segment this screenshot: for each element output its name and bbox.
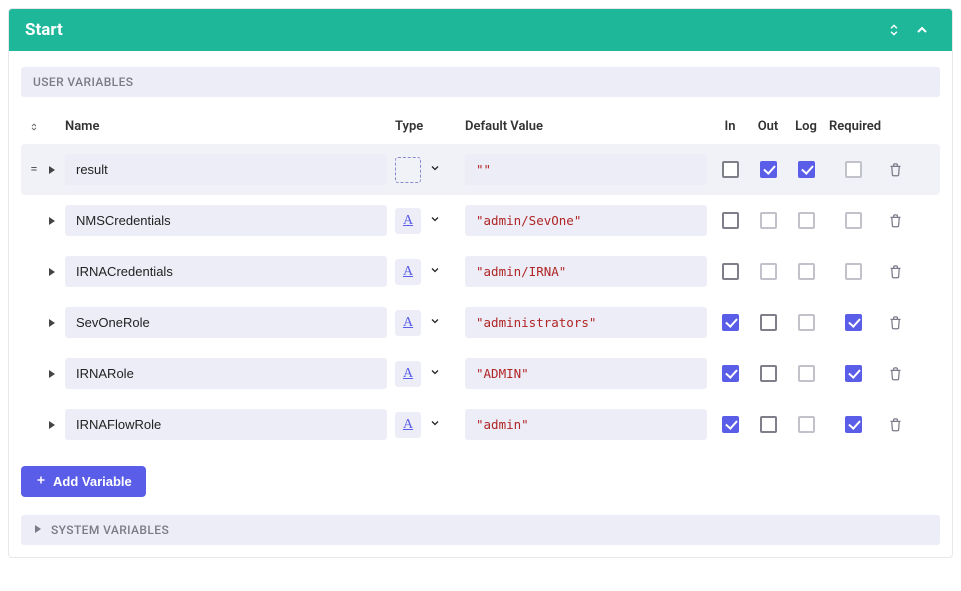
column-headers: Name Type Default Value In Out Log Requi… [21, 111, 940, 144]
system-variables-label: SYSTEM VARIABLES [51, 523, 169, 537]
expand-row-icon[interactable] [43, 216, 61, 226]
expand-row-icon[interactable] [43, 165, 61, 175]
expand-row-icon[interactable] [43, 369, 61, 379]
out-checkbox[interactable] [760, 365, 777, 382]
default-value-input[interactable] [465, 358, 707, 389]
default-value-input[interactable] [465, 409, 707, 440]
panel-content: USER VARIABLES Name Type Default Value I… [9, 51, 952, 557]
panel-title: Start [25, 20, 880, 40]
out-checkbox[interactable] [760, 263, 777, 280]
variable-name-input[interactable] [65, 409, 387, 440]
required-checkbox[interactable] [845, 314, 862, 331]
type-selector[interactable]: A [395, 310, 421, 336]
chevron-down-icon[interactable] [425, 209, 445, 233]
in-checkbox[interactable] [722, 263, 739, 280]
type-selector[interactable]: A [395, 361, 421, 387]
delete-icon[interactable] [881, 417, 909, 432]
variable-name-input[interactable] [65, 307, 387, 338]
chevron-down-icon[interactable] [425, 362, 445, 386]
expand-icon[interactable] [33, 523, 43, 537]
user-variables-label: USER VARIABLES [33, 75, 133, 89]
required-checkbox[interactable] [845, 263, 862, 280]
variable-row: A [21, 195, 940, 246]
chevron-down-icon[interactable] [425, 158, 445, 182]
type-selector[interactable]: A [395, 259, 421, 285]
required-checkbox[interactable] [845, 416, 862, 433]
variable-name-input[interactable] [65, 256, 387, 287]
plus-icon [35, 474, 47, 489]
delete-icon[interactable] [881, 366, 909, 381]
in-checkbox[interactable] [722, 416, 739, 433]
add-variable-button[interactable]: Add Variable [21, 466, 146, 497]
out-checkbox[interactable] [760, 212, 777, 229]
variable-name-input[interactable] [65, 358, 387, 389]
default-value-input[interactable] [465, 256, 707, 287]
variables-list: =AAAAA [21, 144, 940, 450]
variable-row: A [21, 348, 940, 399]
variable-name-input[interactable] [65, 154, 387, 185]
expand-row-icon[interactable] [43, 318, 61, 328]
col-type: Type [391, 119, 461, 134]
variable-name-input[interactable] [65, 205, 387, 236]
variable-row: A [21, 297, 940, 348]
chevron-down-icon[interactable] [425, 311, 445, 335]
expand-row-icon[interactable] [43, 420, 61, 430]
out-checkbox[interactable] [760, 161, 777, 178]
col-log: Log [787, 119, 825, 134]
type-selector[interactable] [395, 157, 421, 183]
chevron-up-icon[interactable] [908, 22, 936, 38]
variable-row: = [21, 144, 940, 195]
collapse-vertical-icon[interactable] [880, 23, 908, 38]
type-selector[interactable]: A [395, 412, 421, 438]
row-marker-icon: = [25, 162, 43, 177]
variable-row: A [21, 246, 940, 297]
default-value-input[interactable] [465, 307, 707, 338]
user-variables-header[interactable]: USER VARIABLES [21, 67, 940, 97]
delete-icon[interactable] [881, 264, 909, 279]
out-checkbox[interactable] [760, 314, 777, 331]
required-checkbox[interactable] [845, 161, 862, 178]
col-out: Out [749, 119, 787, 134]
collapse-all-icon[interactable] [25, 121, 43, 133]
log-checkbox[interactable] [798, 263, 815, 280]
in-checkbox[interactable] [722, 212, 739, 229]
default-value-input[interactable] [465, 205, 707, 236]
log-checkbox[interactable] [798, 161, 815, 178]
out-checkbox[interactable] [760, 416, 777, 433]
in-checkbox[interactable] [722, 365, 739, 382]
in-checkbox[interactable] [722, 161, 739, 178]
required-checkbox[interactable] [845, 212, 862, 229]
log-checkbox[interactable] [798, 212, 815, 229]
add-variable-label: Add Variable [53, 474, 132, 489]
start-panel: Start USER VARIABLES Name Type Default V… [8, 8, 953, 558]
delete-icon[interactable] [881, 213, 909, 228]
delete-icon[interactable] [881, 162, 909, 177]
system-variables-header[interactable]: SYSTEM VARIABLES [21, 515, 940, 545]
chevron-down-icon[interactable] [425, 260, 445, 284]
delete-icon[interactable] [881, 315, 909, 330]
col-in: In [711, 119, 749, 134]
col-default: Default Value [461, 119, 711, 134]
in-checkbox[interactable] [722, 314, 739, 331]
chevron-down-icon[interactable] [425, 413, 445, 437]
log-checkbox[interactable] [798, 365, 815, 382]
col-required: Required [825, 119, 881, 134]
type-selector[interactable]: A [395, 208, 421, 234]
required-checkbox[interactable] [845, 365, 862, 382]
panel-header: Start [9, 9, 952, 51]
log-checkbox[interactable] [798, 314, 815, 331]
log-checkbox[interactable] [798, 416, 815, 433]
variable-row: A [21, 399, 940, 450]
col-name: Name [61, 119, 391, 134]
default-value-input[interactable] [465, 154, 707, 185]
expand-row-icon[interactable] [43, 267, 61, 277]
